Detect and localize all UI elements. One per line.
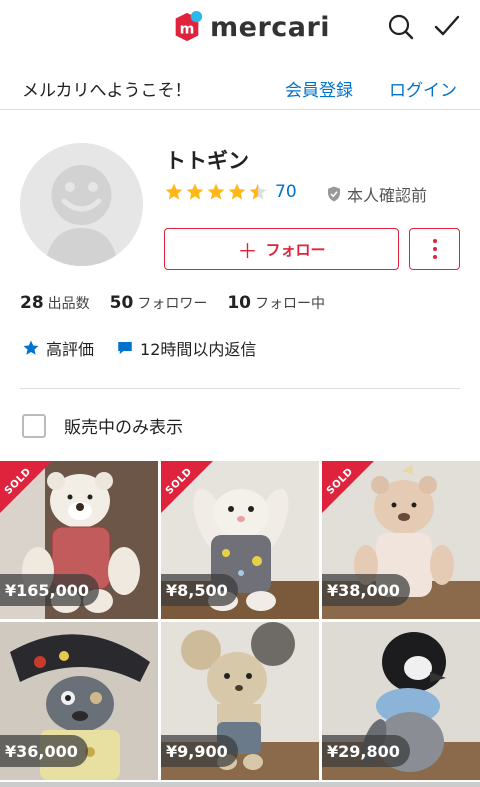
dot-icon [432,239,437,243]
item-card[interactable]: SOLD ¥165,000 [0,461,158,619]
profile-stats: 28 出品数 50 フォロワー 10 フォロー中 [20,293,345,313]
search-icon[interactable] [386,12,416,42]
item-card[interactable]: ¥9,900 [161,622,319,780]
star-icon [23,340,39,355]
half-star-icon [249,183,267,200]
item-card[interactable]: SOLD ¥8,500 [161,461,319,619]
rating-stars[interactable]: 70 [164,182,297,202]
star-icon [186,183,204,200]
item-price: ¥38,000 [322,574,410,606]
item-card[interactable]: SOLD ¥38,000 [322,461,480,619]
item-price: ¥36,000 [0,735,88,767]
shield-check-icon [328,186,340,202]
item-price: ¥9,900 [161,735,238,767]
item-price: ¥165,000 [0,574,100,606]
verification-status: 本人確認前 [325,182,427,206]
dot-icon [432,247,437,251]
login-link[interactable]: ログイン [389,76,457,101]
item-price: ¥8,500 [161,574,238,606]
on-sale-filter[interactable]: 販売中のみ表示 [22,413,183,438]
chat-bubble-icon [118,342,132,354]
follow-button[interactable]: ＋ フォロー [164,228,399,270]
dot-icon [432,255,437,259]
rating-count[interactable]: 70 [275,182,297,202]
item-grid: SOLD ¥165,000 SOLD ¥8,500 SOLD ¥38,000 ¥… [0,461,480,780]
svg-text:m: m [180,22,195,38]
app-header: m mercari [0,0,480,56]
plus-icon: ＋ [237,238,258,263]
star-icon [207,183,225,200]
mercari-logo[interactable]: m mercari [170,10,330,44]
follow-label: フォロー [265,240,326,259]
user-name: トトギン [165,149,249,173]
more-options-button[interactable] [409,228,460,270]
divider [20,388,460,389]
register-link[interactable]: 会員登録 [285,76,353,101]
badge-high-rating: 高評価 [22,336,94,360]
on-sale-label: 販売中のみ表示 [64,418,183,438]
seller-badges: 高評価 12時間以内返信 [22,336,278,360]
star-icon [228,183,246,200]
item-card[interactable]: ¥29,800 [322,622,480,780]
stat-following[interactable]: 10 フォロー中 [227,293,325,313]
default-avatar-icon [20,143,143,266]
item-card[interactable]: ¥36,000 [0,622,158,780]
stat-listings[interactable]: 28 出品数 [20,293,90,313]
badge-quick-reply: 12時間以内返信 [116,336,256,360]
item-price: ¥29,800 [322,735,410,767]
brand-name: mercari [210,11,331,43]
mercari-logo-icon: m [175,10,203,42]
welcome-bar: メルカリへようこそ！ 会員登録 ログイン [0,64,480,110]
avatar [20,143,143,266]
welcome-text: メルカリへようこそ！ [22,81,192,101]
check-icon[interactable] [432,12,462,42]
stat-followers[interactable]: 50 フォロワー [110,293,208,313]
star-icon [165,183,183,200]
on-sale-checkbox[interactable] [22,413,46,438]
next-row-peek [0,782,480,787]
verification-label: 本人確認前 [347,186,428,205]
